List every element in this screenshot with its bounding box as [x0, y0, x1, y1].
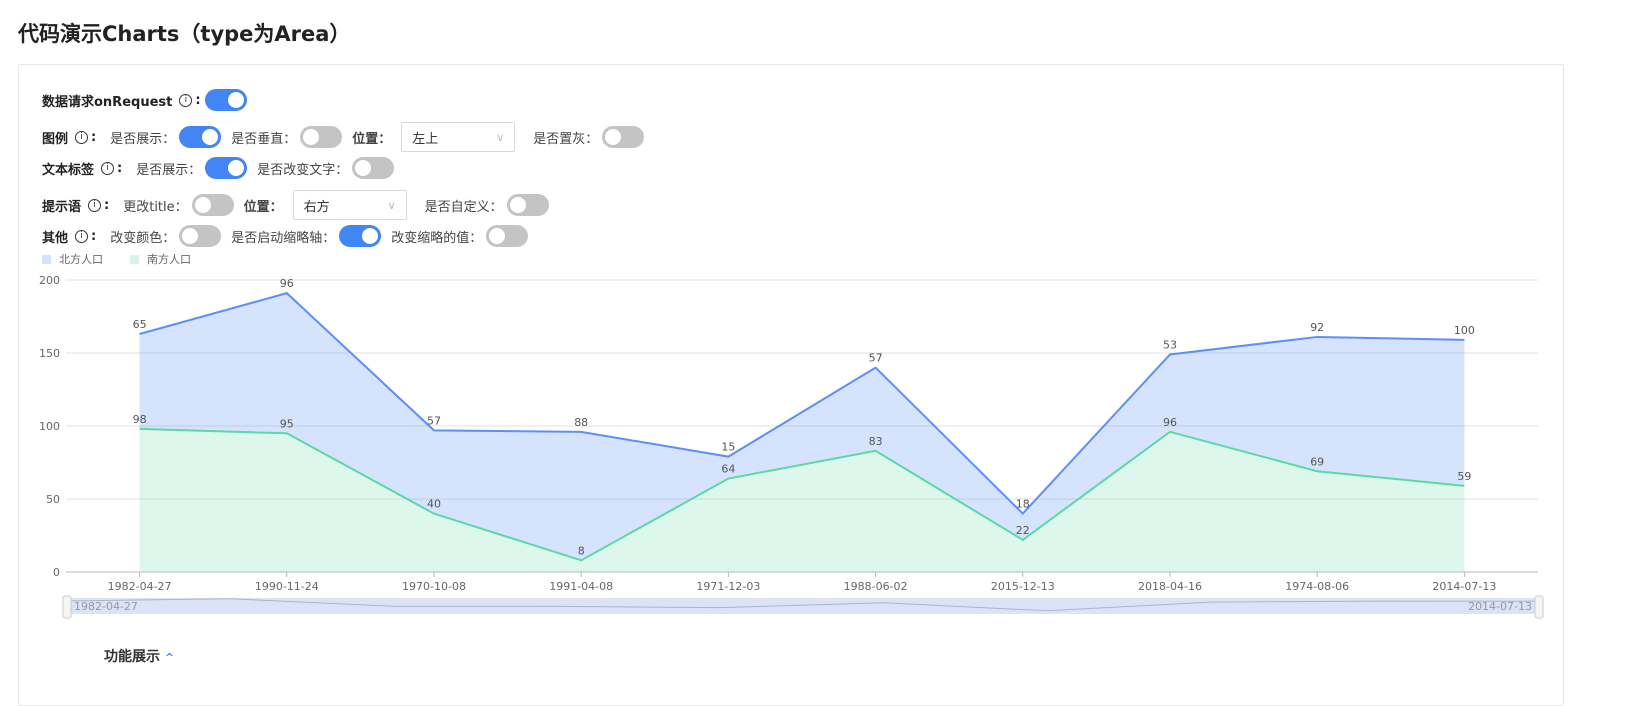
x-tick-label: 2015-12-13 [991, 580, 1055, 593]
x-tick-label: 1990-11-24 [255, 580, 319, 593]
data-label-north: 57 [427, 414, 441, 427]
feature-section-title[interactable]: 功能展示 ^ [104, 646, 174, 666]
data-label-south: 8 [578, 544, 585, 557]
legend-label[interactable]: 南方人口 [147, 252, 191, 266]
data-label-north: 15 [721, 441, 735, 454]
data-label-south: 40 [427, 498, 441, 511]
x-tick-label: 1971-12-03 [696, 580, 760, 593]
slider-handle-left[interactable] [62, 595, 72, 619]
data-label-south: 59 [1457, 470, 1471, 483]
data-label-north: 57 [869, 352, 883, 365]
y-tick-label: 50 [46, 493, 60, 506]
data-label-south: 96 [1163, 416, 1177, 429]
data-label-south: 69 [1310, 455, 1324, 468]
slider-track [66, 598, 1538, 614]
data-label-north: 96 [280, 277, 294, 290]
x-tick-label: 1988-06-02 [844, 580, 908, 593]
area-chart: 北方人口 南方人口 0 50 100 150 200 1982-04-27 1990-11-24… [39, 252, 1544, 619]
slider-start-label: 1982-04-27 [74, 600, 138, 613]
y-tick-label: 100 [39, 420, 60, 433]
legend-label[interactable]: 北方人口 [59, 252, 103, 266]
x-tick-label: 1982-04-27 [108, 580, 172, 593]
y-tick-label: 200 [39, 274, 60, 287]
data-label-south: 83 [869, 435, 883, 448]
x-tick-label: 2014-07-13 [1432, 580, 1496, 593]
data-label-north: 65 [133, 318, 147, 331]
data-label-south: 95 [280, 417, 294, 430]
chevron-up-icon: ^ [164, 651, 175, 664]
data-label-south: 22 [1016, 524, 1030, 537]
x-tick-label: 1991-04-08 [549, 580, 613, 593]
data-label-north: 100 [1454, 324, 1475, 337]
data-label-north: 18 [1016, 498, 1030, 511]
legend-marker [42, 255, 51, 264]
x-tick-label: 1970-10-08 [402, 580, 466, 593]
y-tick-label: 150 [39, 347, 60, 360]
data-label-south: 64 [721, 463, 735, 476]
data-label-south: 98 [133, 413, 147, 426]
x-tick-label: 2018-04-16 [1138, 580, 1202, 593]
slider-end-label: 2014-07-13 [1468, 600, 1532, 613]
legend-marker [130, 255, 139, 264]
slider-handle-right[interactable] [1534, 595, 1544, 619]
y-tick-label: 0 [53, 566, 60, 579]
data-label-north: 88 [574, 416, 588, 429]
data-label-north: 92 [1310, 321, 1324, 334]
data-label-north: 53 [1163, 338, 1177, 351]
x-tick-label: 1974-08-06 [1285, 580, 1349, 593]
